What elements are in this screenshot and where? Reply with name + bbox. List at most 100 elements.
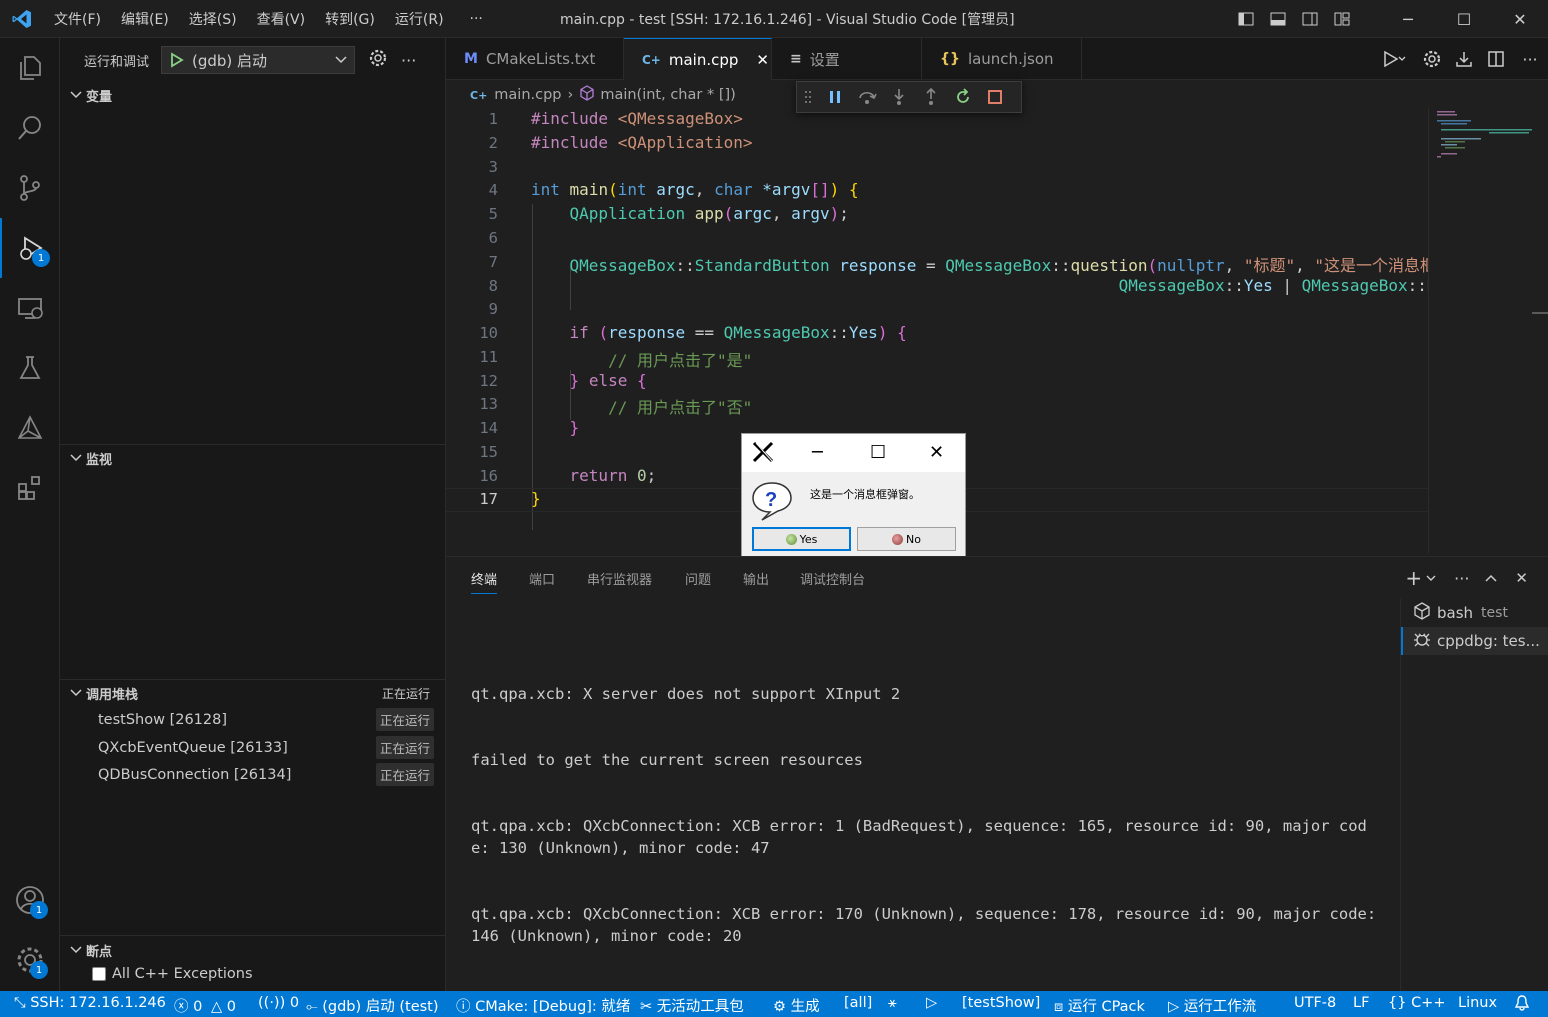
debug-session-indicator[interactable]: ⟜ (gdb) 启动 (test) <box>306 995 439 1016</box>
notifications-bell-icon[interactable] <box>1514 995 1530 1015</box>
terminal-output[interactable]: qt.qpa.xcb: X server does not support XI… <box>471 639 1381 991</box>
no-button[interactable]: No <box>857 527 956 551</box>
stop-icon[interactable] <box>979 82 1011 112</box>
run-workflow-button[interactable]: ▷ 运行工作流 <box>1168 995 1256 1016</box>
customize-layout-icon[interactable] <box>1326 0 1358 38</box>
debug-cmake-icon[interactable]: ⚹ <box>888 995 897 1011</box>
close-tab-icon[interactable]: ✕ <box>756 51 769 69</box>
editor-more-icon[interactable]: ··· <box>1512 50 1548 69</box>
step-into-icon[interactable] <box>883 82 915 112</box>
run-cpack-button[interactable]: ⧈ 运行 CPack <box>1054 995 1145 1016</box>
terminal-item-bash[interactable]: bash test <box>1401 599 1548 627</box>
accounts-badge: 1 <box>30 901 48 919</box>
toggle-secondary-sidebar-icon[interactable] <box>1294 0 1326 38</box>
explorer-icon[interactable] <box>0 38 60 98</box>
build-button[interactable]: ⚙ 生成 <box>773 995 820 1016</box>
encoding-indicator[interactable]: UTF-8 <box>1294 995 1336 1011</box>
start-debug-icon[interactable] <box>162 52 192 68</box>
language-indicator[interactable]: {} C++ <box>1388 995 1446 1011</box>
launch-run-icon[interactable]: ▷ <box>926 995 937 1011</box>
run-file-icon[interactable] <box>1372 50 1416 68</box>
eol-indicator[interactable]: LF <box>1353 995 1369 1011</box>
menu-run[interactable]: 运行(R) <box>385 9 454 29</box>
testing-icon[interactable] <box>0 338 60 398</box>
pause-icon[interactable] <box>819 82 851 112</box>
callstack-section-header[interactable]: 调用堆栈 正在运行 <box>60 680 446 706</box>
debug-settings-gear-icon[interactable] <box>369 49 387 71</box>
tab-cmakelists[interactable]: M CMakeLists.txt <box>446 38 624 80</box>
remote-explorer-icon[interactable] <box>0 278 60 338</box>
problems-indicator[interactable]: ⓧ 0 △ 0 <box>174 995 236 1016</box>
tab-output[interactable]: 输出 <box>743 569 769 588</box>
bottom-panel: 终端 端口 串行监视器 问题 输出 调试控制台 + ··· ✕ qt.qpa.x… <box>446 556 1548 992</box>
close-window-button[interactable]: ✕ <box>1492 0 1548 38</box>
toggle-panel-icon[interactable] <box>1262 0 1294 38</box>
editor-scrollbar[interactable] <box>1532 108 1548 554</box>
breakpoint-checkbox[interactable] <box>92 967 106 981</box>
source-control-icon[interactable] <box>0 158 60 218</box>
toggle-sidebar-icon[interactable] <box>1230 0 1262 38</box>
no-label: No <box>906 532 921 546</box>
tab-debug-console[interactable]: 调试控制台 <box>800 569 865 588</box>
tab-settings[interactable]: ≡ 设置 <box>772 38 922 80</box>
thread-item[interactable]: testShow [26128] 正在运行 <box>98 706 434 733</box>
thread-item[interactable]: QXcbEventQueue [26133] 正在运行 <box>98 734 434 761</box>
launch-config-select[interactable]: (gdb) 启动 <box>161 46 356 74</box>
maximize-panel-icon[interactable] <box>1485 570 1497 586</box>
chevron-down-icon <box>66 946 86 954</box>
maximize-button[interactable]: ☐ <box>1436 0 1492 38</box>
breakpoints-section-header[interactable]: 断点 <box>60 937 446 963</box>
step-out-icon[interactable] <box>915 82 947 112</box>
thread-item[interactable]: QDBusConnection [26134] 正在运行 <box>98 761 434 788</box>
minimize-button[interactable]: ─ <box>1380 0 1436 38</box>
panel-more-icon[interactable]: ··· <box>1454 569 1469 588</box>
download-icon[interactable] <box>1448 50 1480 68</box>
code-line: return 0; <box>569 466 657 485</box>
new-terminal-icon[interactable]: + <box>1405 566 1422 590</box>
tab-problems[interactable]: 问题 <box>685 569 711 588</box>
step-over-icon[interactable] <box>851 82 883 112</box>
dialog-minimize-button[interactable]: ─ <box>812 442 823 463</box>
search-icon[interactable] <box>0 98 60 158</box>
build-target[interactable]: [all] <box>844 995 872 1011</box>
ports-indicator[interactable]: ((·)) 0 <box>258 995 299 1011</box>
tab-launch-json[interactable]: {} launch.json <box>922 38 1082 80</box>
manage-gear-icon[interactable]: 1 <box>0 930 60 990</box>
menu-view[interactable]: 查看(V) <box>247 9 316 29</box>
watch-section-header[interactable]: 监视 <box>60 445 446 471</box>
accounts-icon[interactable]: 1 <box>0 870 60 930</box>
editor-gear-icon[interactable] <box>1416 50 1448 68</box>
menu-edit[interactable]: 编辑(E) <box>111 9 179 29</box>
close-panel-icon[interactable]: ✕ <box>1515 569 1528 587</box>
build-label: 生成 <box>790 999 820 1015</box>
extensions-icon[interactable] <box>0 458 60 518</box>
breadcrumb-file[interactable]: main.cpp <box>494 87 561 103</box>
minimap[interactable] <box>1428 108 1533 554</box>
restart-icon[interactable] <box>947 82 979 112</box>
cmake-kit[interactable]: ✂ 无活动工具包 <box>640 995 744 1016</box>
yes-button[interactable]: Yes <box>752 527 851 551</box>
dialog-maximize-button[interactable]: ☐ <box>870 442 886 463</box>
platform-indicator[interactable]: Linux <box>1458 995 1497 1011</box>
tab-serial-monitor[interactable]: 串行监视器 <box>587 569 652 588</box>
menu-file[interactable]: 文件(F) <box>44 9 111 29</box>
cmake-status[interactable]: ⓘ CMake: [Debug]: 就绪 <box>456 995 630 1016</box>
more-actions-icon[interactable]: ··· <box>401 51 416 70</box>
tab-terminal[interactable]: 终端 <box>471 569 498 594</box>
run-debug-icon[interactable]: 1 <box>0 218 60 278</box>
menu-selection[interactable]: 选择(S) <box>179 9 247 29</box>
tab-main-cpp[interactable]: C+ main.cpp ✕ <box>624 38 772 80</box>
terminal-item-cppdbg[interactable]: cppdbg: tes... <box>1401 627 1548 655</box>
split-editor-icon[interactable] <box>1480 50 1512 68</box>
launch-target[interactable]: [testShow] <box>962 995 1040 1011</box>
breadcrumb-symbol[interactable]: main(int, char * []) <box>600 87 735 103</box>
dialog-close-button[interactable]: ✕ <box>929 442 944 463</box>
drag-handle-icon[interactable] <box>797 82 819 112</box>
remote-indicator[interactable]: ⤡ SSH: 172.16.1.246 <box>14 995 166 1011</box>
cmake-icon[interactable] <box>0 398 60 458</box>
chevron-down-icon[interactable] <box>1426 570 1436 586</box>
tab-ports[interactable]: 端口 <box>529 569 555 588</box>
variables-section-header[interactable]: 变量 <box>60 82 446 108</box>
menu-more[interactable]: ··· <box>454 11 493 27</box>
menu-go[interactable]: 转到(G) <box>315 9 385 29</box>
